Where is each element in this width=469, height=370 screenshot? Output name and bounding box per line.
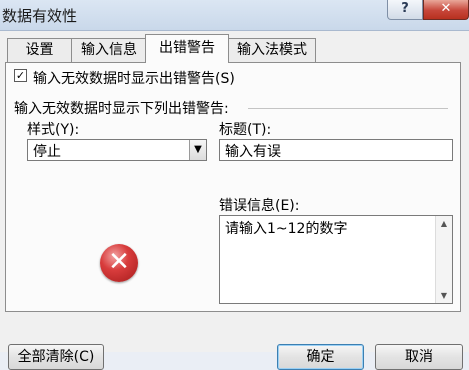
title-bar: 数据有效性 ? ✕ <box>0 0 469 31</box>
dialog-body: 设置 输入信息 出错警告 输入法模式 ✓ 输入无效数据时显示出错警告(S) 输入… <box>0 31 469 370</box>
window-title: 数据有效性 <box>2 7 78 25</box>
message-label: 错误信息(E): <box>219 198 300 214</box>
clear-all-button[interactable]: 全部清除(C) <box>8 344 104 370</box>
show-error-checkbox[interactable]: ✓ <box>14 69 27 82</box>
group-label: 输入无效数据时显示下列出错警告: <box>14 101 229 117</box>
ok-button[interactable]: 确定 <box>277 344 364 370</box>
message-text: 请输入1~12的数字 <box>225 221 348 237</box>
message-textarea[interactable]: 请输入1~12的数字 ▲ ▼ <box>219 215 453 304</box>
close-button[interactable]: ✕ <box>423 0 469 20</box>
help-icon: ? <box>401 1 409 16</box>
cancel-button[interactable]: 取消 <box>375 344 463 370</box>
style-select[interactable]: 停止 ▼ <box>27 139 207 161</box>
error-stop-icon: ✕ <box>100 244 138 282</box>
chevron-down-icon[interactable]: ▼ <box>189 140 206 160</box>
message-scrollbar[interactable]: ▲ ▼ <box>435 216 452 303</box>
scroll-down-icon[interactable]: ▼ <box>436 288 452 303</box>
show-error-checkbox-label: 输入无效数据时显示出错警告(S) <box>33 71 235 87</box>
scroll-up-icon[interactable]: ▲ <box>436 216 452 231</box>
title-input[interactable]: 输入有误 <box>219 139 453 161</box>
help-button[interactable]: ? <box>387 0 423 20</box>
close-icon: ✕ <box>440 1 452 16</box>
style-label: 样式(Y): <box>27 122 80 138</box>
style-select-value: 停止 <box>33 144 61 160</box>
group-divider <box>248 108 448 109</box>
title-label: 标题(T): <box>219 122 272 138</box>
